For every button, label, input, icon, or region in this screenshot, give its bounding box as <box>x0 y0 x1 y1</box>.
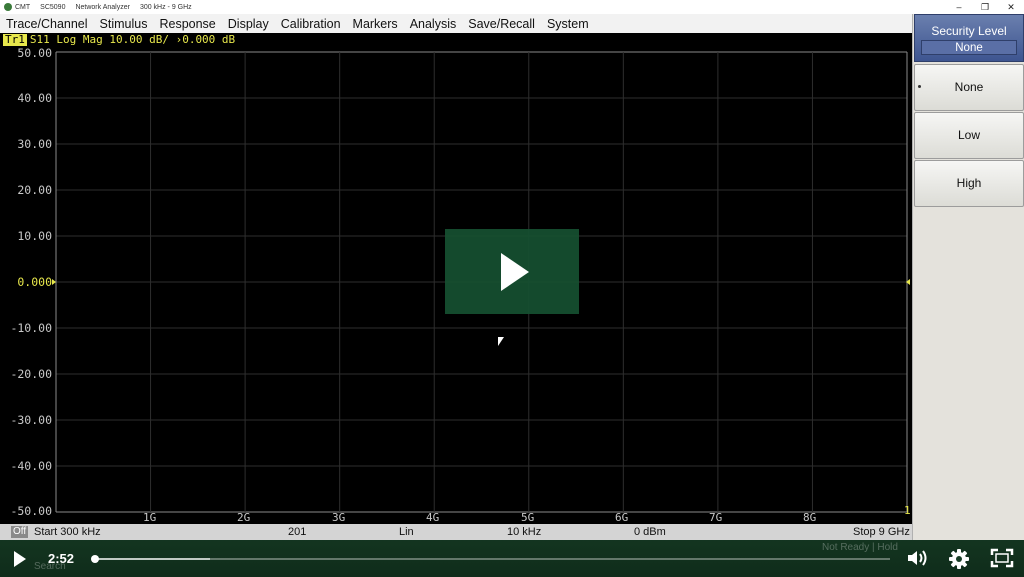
video-progress-track[interactable] <box>93 558 890 560</box>
softkey-panel: Security Level None None Low High <box>912 14 1024 540</box>
softkey-low[interactable]: Low <box>914 112 1024 159</box>
x-tick-label: 6G <box>615 511 629 524</box>
trace-end-marker: 1 <box>904 504 911 517</box>
settings-gear-icon[interactable] <box>948 548 970 570</box>
restore-button[interactable]: ❐ <box>972 0 998 14</box>
menu-save-recall[interactable]: Save/Recall <box>462 17 541 31</box>
security-level-header[interactable]: Security Level None <box>914 14 1024 62</box>
number-of-points[interactable]: 201 <box>288 526 306 538</box>
y-tick-label: -50.00 <box>10 504 52 518</box>
softkey-label: Low <box>957 128 980 142</box>
menu-trace-channel[interactable]: Trace/Channel <box>0 17 94 31</box>
title-product: Network Analyzer <box>75 3 130 11</box>
app-logo-icon <box>4 3 12 11</box>
window-title-bar: CMT SC5090 Network Analyzer 300 kHz - 9 … <box>0 0 1024 14</box>
title-range: 300 kHz - 9 GHz <box>139 3 192 11</box>
close-button[interactable]: ✕ <box>998 0 1024 14</box>
selected-bullet-icon <box>918 85 921 88</box>
softkey-none[interactable]: None <box>914 64 1024 111</box>
x-tick-label: 3G <box>332 511 346 524</box>
play-icon <box>501 252 529 291</box>
title-app: CMT <box>15 3 31 11</box>
title-model: SC5090 <box>40 3 66 11</box>
minimize-button[interactable]: – <box>946 0 972 14</box>
x-tick-label: 5G <box>521 511 535 524</box>
trace-format-label: S11 Log Mag 10.00 dB/ ›0.000 dB <box>29 33 236 46</box>
mouse-cursor-icon <box>498 337 504 346</box>
video-control-bar: Search Not Ready | Hold 2:52 <box>0 540 1024 577</box>
reference-marker-left <box>52 279 56 285</box>
x-tick-label: 7G <box>709 511 723 524</box>
softkey-label: None <box>954 80 984 94</box>
menu-calibration[interactable]: Calibration <box>275 17 347 31</box>
menu-stimulus[interactable]: Stimulus <box>94 17 154 31</box>
start-frequency[interactable]: Start 300 kHz <box>34 526 101 538</box>
menu-display[interactable]: Display <box>222 17 275 31</box>
panel-title: Security Level <box>931 24 1007 38</box>
video-scrubber-handle[interactable] <box>91 555 99 563</box>
trace-badge[interactable]: Tr1 <box>3 33 27 46</box>
softkey-high[interactable]: High <box>914 160 1024 207</box>
y-tick-label: 30.00 <box>17 137 52 151</box>
channel-status-bar: Off Start 300 kHz 201 Lin 10 kHz 0 dBm S… <box>0 524 912 540</box>
menu-system[interactable]: System <box>541 17 595 31</box>
y-tick-label: -10.00 <box>10 321 52 335</box>
menu-markers[interactable]: Markers <box>347 17 404 31</box>
off-badge[interactable]: Off <box>11 526 29 538</box>
video-timestamp: 2:52 <box>48 551 75 566</box>
menu-analysis[interactable]: Analysis <box>404 17 463 31</box>
menu-response[interactable]: Response <box>153 17 221 31</box>
if-bandwidth[interactable]: 10 kHz <box>507 526 541 538</box>
x-tick-label: 4G <box>426 511 440 524</box>
stop-frequency[interactable]: Stop 9 GHz <box>853 526 910 538</box>
y-tick-label: -20.00 <box>10 367 52 381</box>
video-play-overlay-button[interactable] <box>445 229 579 314</box>
x-tick-label: 1G <box>143 511 157 524</box>
y-tick-label-reference: 0.000 <box>17 275 52 289</box>
y-tick-label: 10.00 <box>17 229 52 243</box>
x-tick-label: 2G <box>237 511 251 524</box>
softkey-label: High <box>956 176 982 190</box>
y-tick-label: -40.00 <box>10 459 52 473</box>
x-tick-label: 8G <box>803 511 817 524</box>
y-tick-label: 20.00 <box>17 183 52 197</box>
trace-header[interactable]: Tr1 S11 Log Mag 10.00 dB/ ›0.000 dB <box>0 33 912 46</box>
fullscreen-icon[interactable] <box>990 548 1014 568</box>
y-tick-label: 40.00 <box>17 91 52 105</box>
ghost-status-text: Not Ready | Hold <box>822 542 898 553</box>
menu-bar: Trace/Channel Stimulus Response Display … <box>0 14 912 33</box>
video-frame: CMT SC5090 Network Analyzer 300 kHz - 9 … <box>0 0 1024 577</box>
volume-icon[interactable] <box>906 548 928 568</box>
power-level[interactable]: 0 dBm <box>634 526 666 538</box>
y-tick-label: 50.00 <box>17 46 52 60</box>
video-play-button[interactable] <box>14 551 26 567</box>
y-tick-label: -30.00 <box>10 413 52 427</box>
sweep-type[interactable]: Lin <box>399 526 414 538</box>
panel-current-value: None <box>921 40 1017 55</box>
video-buffered-bar <box>93 558 211 560</box>
